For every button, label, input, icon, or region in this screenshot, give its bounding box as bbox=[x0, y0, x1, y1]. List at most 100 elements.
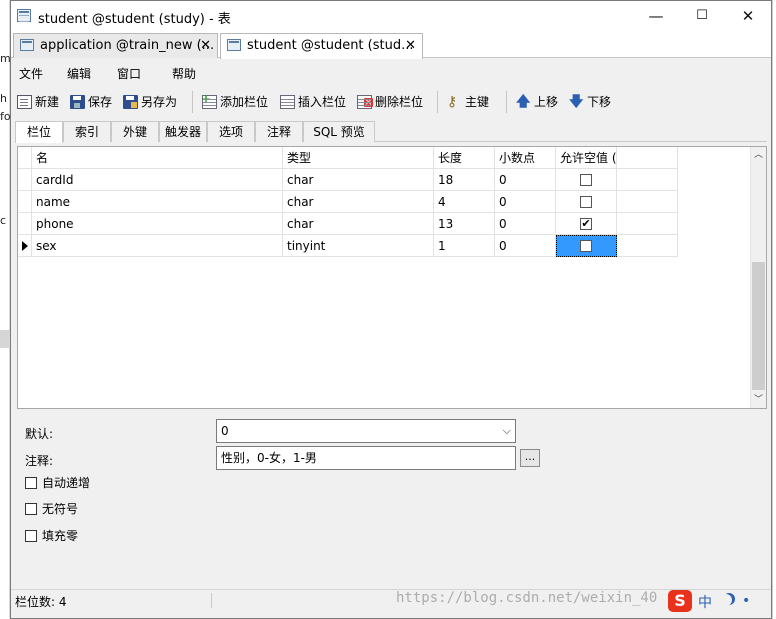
title-bar[interactable]: student @student (study) - 表 — ☐ ✕ bbox=[11, 1, 771, 31]
watermark: https://blog.csdn.net/weixin_40 bbox=[396, 590, 658, 606]
cell-decimals[interactable]: 0 bbox=[495, 213, 556, 235]
nullable-checkbox-checked[interactable]: ✔ bbox=[580, 218, 592, 230]
cell-name[interactable]: name bbox=[32, 191, 283, 213]
menu-edit[interactable]: 编辑 bbox=[67, 65, 91, 82]
menu-file[interactable]: 文件 bbox=[19, 65, 43, 82]
moon-icon[interactable] bbox=[720, 594, 732, 606]
tab-triggers[interactable]: 触发器 bbox=[159, 121, 207, 142]
save-button[interactable]: 保存 bbox=[70, 94, 112, 112]
unsigned-checkbox[interactable]: 无符号 bbox=[25, 502, 78, 516]
tab-fields[interactable]: 栏位 bbox=[15, 121, 63, 143]
zerofill-checkbox[interactable]: 填充零 bbox=[25, 529, 78, 543]
comment-field[interactable]: 性别，0-女，1-男 bbox=[216, 446, 516, 470]
cell-length[interactable]: 18 bbox=[434, 169, 495, 191]
scrollbar-thumb[interactable] bbox=[752, 262, 765, 390]
tab-indexes[interactable]: 索引 bbox=[63, 121, 111, 142]
new-button[interactable]: 新建 bbox=[17, 94, 59, 112]
chevron-down-icon[interactable]: ⌵ bbox=[503, 420, 511, 442]
cell-name[interactable]: sex bbox=[32, 235, 283, 257]
cell-empty bbox=[617, 235, 678, 257]
chevron-down-icon[interactable]: ﹀ bbox=[751, 392, 766, 408]
header-type[interactable]: 类型 bbox=[283, 147, 434, 169]
background-text-fragment: h bbox=[0, 92, 7, 105]
table-row[interactable]: name char 4 0 bbox=[18, 191, 678, 213]
delete-column-button[interactable]: 删除栏位 bbox=[357, 94, 423, 112]
row-indicator[interactable] bbox=[18, 235, 32, 257]
toolbar-separator bbox=[192, 91, 193, 113]
cell-type[interactable]: char bbox=[283, 169, 434, 191]
move-up-button[interactable]: 🡅 上移 bbox=[516, 94, 558, 112]
row-indicator[interactable] bbox=[18, 191, 32, 213]
ime-mode-indicator[interactable]: 中 bbox=[698, 592, 712, 612]
field-properties-panel: 默认: 0 ⌵ 注释: 性别，0-女，1-男 ... 自动递增 无符号 填充零 bbox=[11, 411, 771, 589]
header-nullable[interactable]: 允许空值 ( bbox=[556, 147, 617, 169]
nullable-checkbox[interactable] bbox=[580, 240, 592, 252]
background-window-edge: m h fo c bbox=[0, 0, 11, 619]
menu-window[interactable]: 窗口 bbox=[117, 65, 141, 82]
move-up-label: 上移 bbox=[534, 95, 559, 109]
move-down-button[interactable]: 🡇 下移 bbox=[569, 94, 611, 112]
default-select[interactable]: 0 ⌵ bbox=[216, 419, 516, 443]
cell-nullable[interactable]: ✔ bbox=[556, 213, 617, 235]
save-as-button[interactable]: 另存为 bbox=[123, 94, 177, 112]
cell-type[interactable]: char bbox=[283, 191, 434, 213]
add-column-icon bbox=[201, 91, 217, 109]
arrow-up-icon: 🡅 bbox=[516, 94, 531, 110]
row-indicator bbox=[18, 147, 32, 169]
header-name[interactable]: 名 bbox=[32, 147, 283, 169]
checkbox-box[interactable] bbox=[25, 477, 37, 489]
close-button[interactable]: ✕ bbox=[725, 1, 771, 31]
vertical-scrollbar[interactable]: ︿ ﹀ bbox=[750, 147, 766, 408]
add-column-label: 添加栏位 bbox=[220, 95, 269, 109]
tab-application-train-new[interactable]: application @train_new (... ✕ bbox=[13, 33, 218, 58]
ime-logo-icon[interactable]: S bbox=[668, 590, 692, 612]
cell-decimals[interactable]: 0 bbox=[495, 169, 556, 191]
header-decimals[interactable]: 小数点 bbox=[495, 147, 556, 169]
cell-length[interactable]: 4 bbox=[434, 191, 495, 213]
tab-student-student[interactable]: student @student (stud... ✕ bbox=[220, 33, 423, 59]
header-length[interactable]: 长度 bbox=[434, 147, 495, 169]
table-row-selected[interactable]: sex tinyint 1 0 bbox=[18, 235, 678, 257]
default-label: 默认: bbox=[25, 427, 54, 441]
minimize-button[interactable]: — bbox=[633, 1, 679, 31]
cell-name[interactable]: cardId bbox=[32, 169, 283, 191]
cell-nullable[interactable] bbox=[556, 169, 617, 191]
checkbox-box[interactable] bbox=[25, 530, 37, 542]
cell-nullable[interactable] bbox=[556, 191, 617, 213]
nullable-checkbox[interactable] bbox=[580, 174, 592, 186]
window-title: student @student (study) - 表 bbox=[38, 12, 231, 27]
close-icon[interactable]: ✕ bbox=[405, 34, 416, 58]
cell-type[interactable]: tinyint bbox=[283, 235, 434, 257]
tab-foreign-keys[interactable]: 外键 bbox=[111, 121, 159, 142]
table-designer-window: student @student (study) - 表 — ☐ ✕ appli… bbox=[10, 0, 772, 619]
cell-nullable-selected[interactable] bbox=[556, 235, 617, 257]
comment-ellipsis-button[interactable]: ... bbox=[520, 449, 540, 467]
table-row[interactable]: phone char 13 0 ✔ bbox=[18, 213, 678, 235]
tab-options[interactable]: 选项 bbox=[207, 121, 255, 142]
primary-key-button[interactable]: ⚷ 主键 bbox=[447, 94, 489, 112]
tab-comment[interactable]: 注释 bbox=[255, 121, 303, 142]
add-column-button[interactable]: 添加栏位 bbox=[201, 91, 269, 112]
auto-increment-checkbox[interactable]: 自动递增 bbox=[25, 476, 90, 490]
status-divider bbox=[211, 593, 212, 608]
close-icon[interactable]: ✕ bbox=[200, 34, 211, 58]
cell-decimals[interactable]: 0 bbox=[495, 191, 556, 213]
table-row[interactable]: cardId char 18 0 bbox=[18, 169, 678, 191]
table-icon bbox=[227, 39, 241, 51]
cell-type[interactable]: char bbox=[283, 213, 434, 235]
row-indicator[interactable] bbox=[18, 213, 32, 235]
maximize-button[interactable]: ☐ bbox=[679, 1, 725, 31]
cell-length[interactable]: 13 bbox=[434, 213, 495, 235]
menu-help[interactable]: 帮助 bbox=[172, 65, 196, 82]
insert-column-button[interactable]: 插入栏位 bbox=[280, 94, 346, 112]
checkbox-box[interactable] bbox=[25, 503, 37, 515]
cell-length[interactable]: 1 bbox=[434, 235, 495, 257]
chevron-up-icon[interactable]: ︿ bbox=[751, 147, 766, 163]
ime-punctuation-indicator[interactable]: • bbox=[742, 593, 750, 609]
save-label: 保存 bbox=[88, 95, 113, 109]
row-indicator[interactable] bbox=[18, 169, 32, 191]
cell-decimals[interactable]: 0 bbox=[495, 235, 556, 257]
tab-sql-preview[interactable]: SQL 预览 bbox=[303, 121, 375, 142]
cell-name[interactable]: phone bbox=[32, 213, 283, 235]
nullable-checkbox[interactable] bbox=[580, 196, 592, 208]
